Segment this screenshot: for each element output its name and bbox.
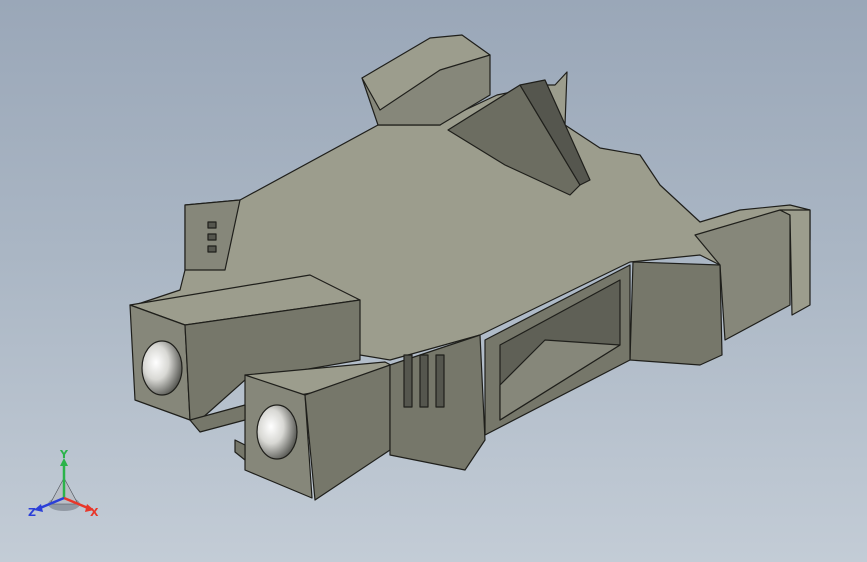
graphics-viewport[interactable]: Y X Z bbox=[0, 0, 867, 562]
3d-part-model[interactable] bbox=[0, 0, 867, 562]
triad-x-label: X bbox=[90, 506, 99, 519]
triad-z-label: Z bbox=[28, 506, 36, 519]
groove-2 bbox=[419, 354, 429, 408]
triad-y-label: Y bbox=[60, 448, 68, 461]
notch-2 bbox=[207, 233, 217, 241]
right-terminal-hole[interactable] bbox=[256, 404, 298, 460]
groove-3 bbox=[435, 354, 445, 408]
groove-1 bbox=[403, 354, 413, 408]
right-latch-front bbox=[629, 261, 723, 366]
notch-1 bbox=[207, 221, 217, 229]
base-lip-right bbox=[234, 439, 246, 461]
left-terminal-hole[interactable] bbox=[141, 340, 183, 396]
orientation-triad[interactable]: Y X Z bbox=[24, 448, 104, 524]
notch-3 bbox=[207, 245, 217, 253]
